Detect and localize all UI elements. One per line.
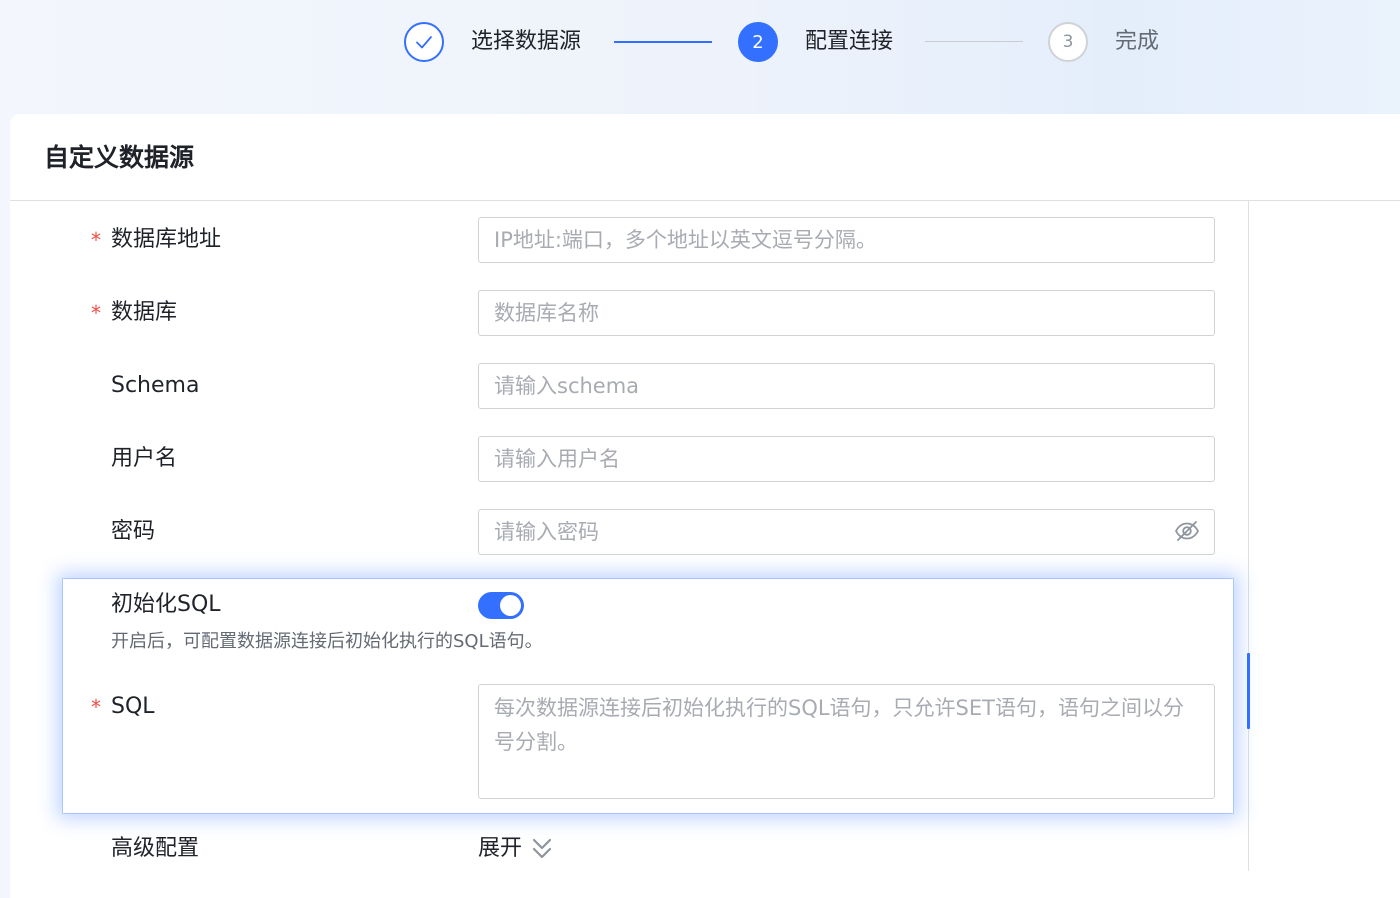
step-connector-2 xyxy=(925,41,1023,42)
init-sql-hint: 开启后，可配置数据源连接后初始化执行的SQL语句。 xyxy=(111,631,543,652)
card-title: 自定义数据源 xyxy=(44,143,195,172)
username-label: 用户名 xyxy=(111,446,178,471)
eye-off-icon[interactable] xyxy=(1174,519,1200,543)
advanced-config-label: 高级配置 xyxy=(111,836,200,861)
double-chevron-down-icon xyxy=(532,838,552,859)
steps-progress: 选择数据源 2 配置连接 3 完成 xyxy=(0,0,1400,112)
expand-label: 展开 xyxy=(478,836,523,861)
password-label: 密码 xyxy=(111,519,156,544)
scrollbar-track[interactable] xyxy=(1248,201,1249,871)
step-3-label: 完成 xyxy=(1115,29,1160,54)
card-divider xyxy=(10,200,1400,201)
init-sql-label: 初始化SQL xyxy=(111,592,221,617)
schema-input[interactable] xyxy=(478,363,1215,409)
password-input[interactable] xyxy=(478,509,1215,555)
step-1-check-icon xyxy=(404,22,444,62)
scrollbar-thumb[interactable] xyxy=(1247,653,1250,729)
expand-advanced-button[interactable]: 展开 xyxy=(478,834,554,864)
step-2-label: 配置连接 xyxy=(805,29,894,54)
step-connector-1 xyxy=(614,41,712,43)
database-input[interactable] xyxy=(478,290,1215,336)
db-address-input[interactable] xyxy=(478,217,1215,263)
sql-label: SQL xyxy=(111,694,155,719)
db-address-label: 数据库地址 xyxy=(111,227,222,252)
required-mark: * xyxy=(91,695,101,719)
required-mark: * xyxy=(91,301,101,325)
required-mark: * xyxy=(91,228,101,252)
step-3-number: 3 xyxy=(1048,22,1088,62)
toggle-knob xyxy=(500,595,521,616)
username-input[interactable] xyxy=(478,436,1215,482)
step-1-label: 选择数据源 xyxy=(471,29,582,54)
schema-label: Schema xyxy=(111,373,200,398)
sql-textarea[interactable] xyxy=(478,684,1215,799)
init-sql-toggle[interactable] xyxy=(478,592,524,619)
step-2-number: 2 xyxy=(738,22,778,62)
database-label: 数据库 xyxy=(111,300,178,325)
